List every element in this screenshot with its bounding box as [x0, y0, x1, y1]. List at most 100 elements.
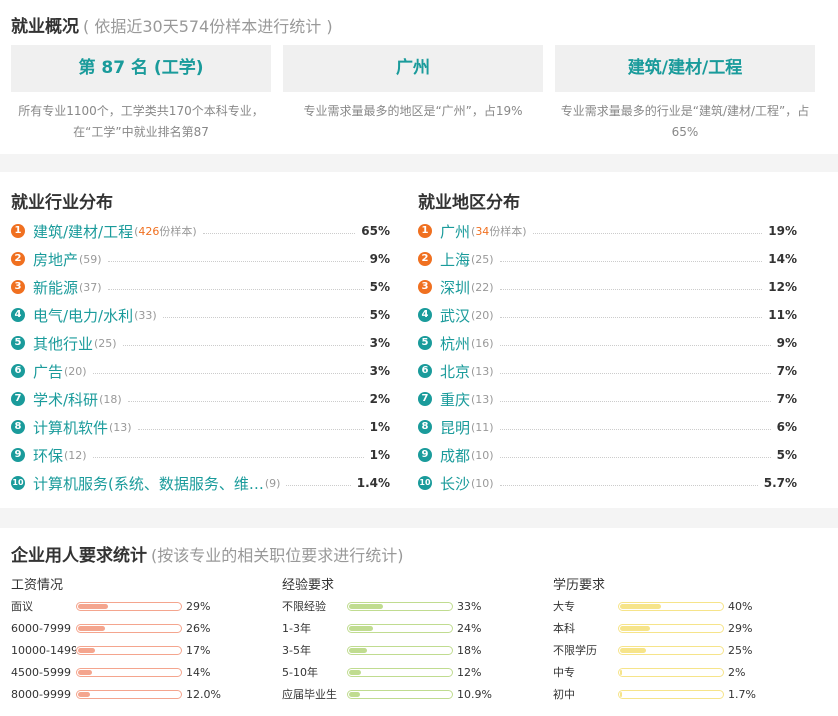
region-title: 就业地区分布	[418, 193, 520, 213]
education-label: 中专	[553, 666, 575, 679]
region-item-name[interactable]: 重庆	[440, 389, 470, 410]
industry-item-name[interactable]: 计算机软件	[33, 417, 108, 438]
education-percent: 25%	[728, 643, 753, 657]
salary-label: 8000-9999	[11, 687, 71, 701]
region-item-name[interactable]: 北京	[440, 361, 470, 382]
region-item-name[interactable]: 广州	[440, 221, 470, 242]
salary-bar-fill	[78, 691, 90, 697]
salary-bar-fill	[78, 625, 105, 631]
industry-item-name[interactable]: 广告	[33, 361, 63, 382]
region-list-item[interactable]: 10 长沙 (10) 5.7%	[418, 473, 797, 493]
region-list-item[interactable]: 8 昆明 (11) 6%	[418, 417, 797, 437]
region-item-percent: 11%	[768, 308, 797, 322]
salary-percent: 26%	[186, 621, 211, 635]
education-percent: 2%	[728, 665, 746, 679]
region-item-count: (34份样本)	[471, 223, 527, 239]
education-bar-fill	[620, 625, 650, 631]
region-list-item[interactable]: 9 成都 (10) 5%	[418, 445, 797, 465]
education-bar-fill	[620, 691, 622, 697]
experience-bar-fill	[349, 625, 373, 631]
region-list-item[interactable]: 6 北京 (13) 7%	[418, 361, 797, 381]
region-item-name[interactable]: 长沙	[440, 473, 470, 494]
industry-item-count: (18)	[99, 392, 122, 406]
industry-list-item[interactable]: 9 环保 (12) 1%	[11, 445, 390, 465]
leader-dots	[499, 428, 771, 430]
salary-bar	[76, 667, 182, 677]
industry-list-item[interactable]: 10 计算机服务(系统、数据服务、维… (9) 1.4%	[11, 473, 390, 493]
region-list-item[interactable]: 5 杭州 (16) 9%	[418, 333, 797, 353]
education-percent: 40%	[728, 599, 753, 613]
region-list-item[interactable]: 1 广州 (34份样本) 19%	[418, 221, 797, 241]
experience-bar	[347, 667, 453, 677]
industry-item-name[interactable]: 房地产	[33, 249, 78, 270]
leader-dots	[499, 344, 771, 346]
rank-badge: 4	[11, 308, 25, 322]
experience-label: 不限经验	[282, 600, 326, 613]
leader-dots	[532, 232, 763, 234]
rank-card: 第 87 名 (工学)	[11, 45, 271, 92]
industry-item-name[interactable]: 电气/电力/水利	[33, 305, 133, 326]
experience-row: 3-5年 18%	[282, 642, 481, 658]
leader-dots	[499, 400, 771, 402]
salary-label: 10000-14999	[11, 643, 76, 657]
industry-list-item[interactable]: 8 计算机软件 (13) 1%	[11, 417, 390, 437]
industry-item-name[interactable]: 新能源	[33, 277, 78, 298]
region-item-percent: 9%	[776, 336, 797, 350]
experience-title: 经验要求	[282, 578, 335, 593]
region-item-count: (10)	[471, 476, 494, 490]
industry-list-item[interactable]: 3 新能源 (37) 5%	[11, 277, 390, 297]
leader-dots	[286, 484, 351, 486]
region-list-item[interactable]: 7 重庆 (13) 7%	[418, 389, 797, 409]
industry-list-item[interactable]: 2 房地产 (59) 9%	[11, 249, 390, 269]
industry-item-name[interactable]: 环保	[33, 445, 63, 466]
industry-list-item[interactable]: 6 广告 (20) 3%	[11, 361, 390, 381]
experience-bar-fill	[349, 647, 367, 653]
region-item-name[interactable]: 深圳	[440, 277, 470, 298]
region-item-name[interactable]: 杭州	[440, 333, 470, 354]
salary-bar	[76, 601, 182, 611]
region-item-count: (20)	[471, 308, 494, 322]
industry-item-percent: 65%	[361, 224, 390, 238]
industry-item-name[interactable]: 建筑/建材/工程	[33, 221, 133, 242]
industry-item-name[interactable]: 学术/科研	[33, 389, 98, 410]
section-divider	[0, 154, 838, 172]
rank-badge: 5	[418, 336, 432, 350]
salary-percent: 17%	[186, 643, 211, 657]
region-list-item[interactable]: 3 深圳 (22) 12%	[418, 277, 797, 297]
rank-badge: 2	[418, 252, 432, 266]
industry-item-name[interactable]: 计算机服务(系统、数据服务、维…	[33, 473, 264, 494]
rank-value: 第 87 名 (工学)	[78, 58, 204, 78]
leader-dots	[499, 316, 763, 318]
top-industry-card: 建筑/建材/工程	[555, 45, 815, 92]
salary-row: 10000-14999 17%	[11, 642, 210, 658]
count-highlight: 426	[138, 225, 160, 238]
rank-badge: 7	[418, 392, 432, 406]
region-item-name[interactable]: 武汉	[440, 305, 470, 326]
overview-section: 就业概况( 依据近30天574份样本进行统计 ) 第 87 名 (工学) 广州 …	[0, 0, 838, 154]
region-item-name[interactable]: 成都	[440, 445, 470, 466]
salary-label: 面议	[11, 600, 33, 613]
experience-bar-fill	[349, 603, 383, 609]
region-item-name[interactable]: 昆明	[440, 417, 470, 438]
region-item-name[interactable]: 上海	[440, 249, 470, 270]
leader-dots	[92, 456, 364, 458]
leader-dots	[127, 400, 364, 402]
industry-list-item[interactable]: 4 电气/电力/水利 (33) 5%	[11, 305, 390, 325]
education-row: 不限学历 25%	[553, 642, 752, 658]
education-label: 本科	[553, 622, 575, 635]
region-list-item[interactable]: 2 上海 (25) 14%	[418, 249, 797, 269]
experience-percent: 12%	[457, 665, 482, 679]
industry-item-count: (33)	[134, 308, 157, 322]
experience-percent: 10.9%	[457, 687, 492, 701]
education-label: 不限学历	[553, 644, 597, 657]
industry-item-name[interactable]: 其他行业	[33, 333, 93, 354]
rank-badge: 8	[11, 420, 25, 434]
salary-row: 8000-9999 12.0%	[11, 686, 221, 702]
region-list-item[interactable]: 4 武汉 (20) 11%	[418, 305, 797, 325]
industry-list-item[interactable]: 1 建筑/建材/工程 (426份样本) 65%	[11, 221, 390, 241]
rank-badge: 2	[11, 252, 25, 266]
industry-item-count: (37)	[79, 280, 102, 294]
industry-list-item[interactable]: 7 学术/科研 (18) 2%	[11, 389, 390, 409]
region-item-count: (16)	[471, 336, 494, 350]
industry-list-item[interactable]: 5 其他行业 (25) 3%	[11, 333, 390, 353]
